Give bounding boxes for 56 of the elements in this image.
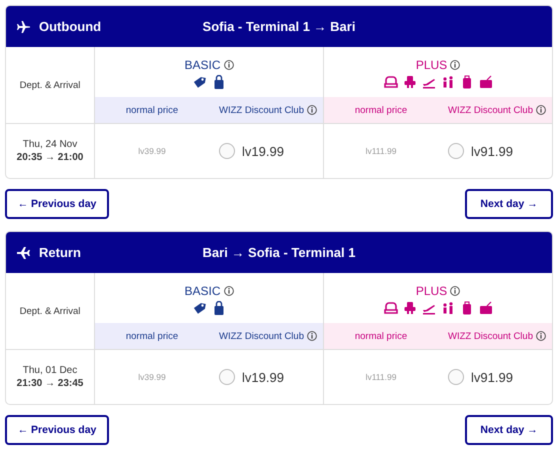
club-price: lv19.99 [242, 144, 284, 158]
section-title: Return [39, 245, 81, 260]
column-header: Dept. & Arrival [20, 306, 80, 316]
next-day-button[interactable]: Next day → [465, 415, 553, 445]
previous-day-button[interactable]: ← Previous day [5, 415, 109, 445]
club-price: lv91.99 [471, 370, 513, 384]
club-price: lv91.99 [471, 144, 513, 158]
radio-button[interactable] [448, 143, 464, 159]
plane-icon [16, 246, 31, 260]
info-icon[interactable] [536, 331, 546, 341]
normal-price: lv39.99 [137, 146, 167, 156]
tag-icon [192, 301, 206, 315]
info-icon[interactable] [224, 60, 234, 70]
bag-icon [212, 301, 226, 315]
info-icon[interactable] [224, 286, 234, 296]
fare-name: PLUS [416, 58, 448, 72]
column-header: Dept. & Arrival [20, 80, 80, 90]
club-price: lv19.99 [242, 370, 284, 384]
radio-button[interactable] [219, 143, 235, 159]
seat-icon [402, 301, 416, 315]
column-header: WIZZ Discount Club [219, 330, 304, 342]
column-header: normal price [354, 330, 408, 342]
flight-times: 20:35 → 21:00 [16, 152, 84, 163]
column-header: WIZZ Discount Club [448, 104, 533, 116]
info-icon[interactable] [536, 105, 546, 115]
normal-price: lv39.99 [137, 372, 167, 382]
radio-button[interactable] [219, 369, 235, 385]
fare-name: PLUS [416, 284, 448, 298]
plane-icon [16, 20, 31, 34]
route: Bari → Sofia - Terminal 1 [202, 245, 356, 260]
info-icon[interactable] [307, 105, 317, 115]
previous-day-button[interactable]: ← Previous day [5, 189, 109, 219]
normal-price: lv111.99 [364, 372, 398, 382]
info-icon[interactable] [450, 286, 460, 296]
column-header: WIZZ Discount Club [219, 104, 304, 116]
info-icon[interactable] [307, 331, 317, 341]
info-icon[interactable] [450, 60, 460, 70]
tag-icon [192, 75, 206, 89]
column-header: normal price [124, 104, 180, 116]
route: Sofia - Terminal 1 → Bari [202, 19, 356, 34]
column-header: WIZZ Discount Club [448, 330, 533, 342]
normal-price: lv111.99 [364, 146, 398, 156]
fare-name: BASIC [184, 284, 220, 298]
bag-icon [212, 75, 226, 89]
radio-button[interactable] [448, 369, 464, 385]
seat-icon [402, 75, 416, 89]
flight-date: Thu, 24 Nov [22, 139, 78, 150]
column-header: normal price [124, 330, 180, 342]
fare-name: BASIC [184, 58, 220, 72]
flight-times: 21:30 → 23:45 [16, 378, 84, 389]
bag-icon [478, 75, 492, 89]
bag-icon [478, 301, 492, 315]
section-title: Outbound [39, 19, 102, 34]
column-header: normal price [354, 104, 408, 116]
flight-date: Thu, 01 Dec [22, 365, 78, 376]
next-day-button[interactable]: Next day → [465, 189, 553, 219]
